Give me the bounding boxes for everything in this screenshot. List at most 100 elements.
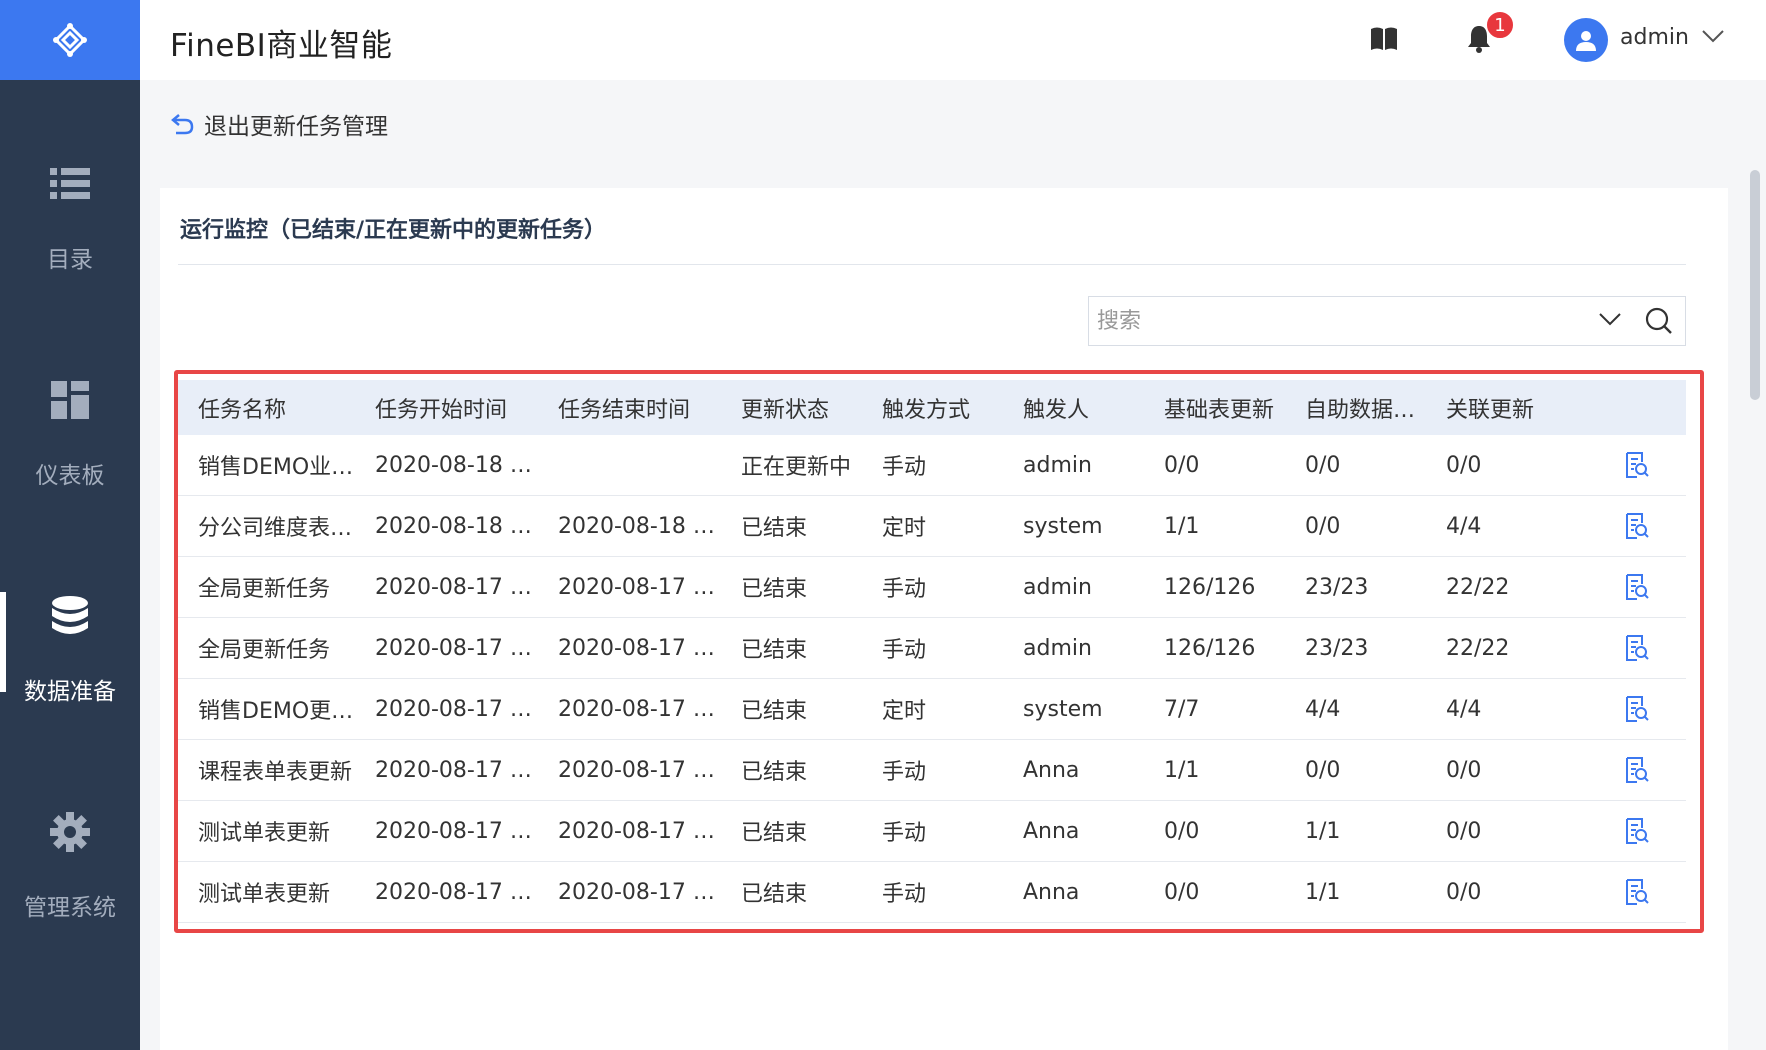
table-cell: 0/0: [1446, 818, 1482, 844]
table-cell: 1/1: [1164, 757, 1200, 783]
sidebar-item-label: 目录: [47, 247, 93, 273]
column-header[interactable]: 任务结束时间: [558, 392, 741, 424]
table-cell: 全局更新任务: [198, 638, 331, 663]
table-cell: 23/23: [1305, 635, 1369, 661]
table-cell: Anna: [1023, 879, 1080, 905]
table-cell: 2020-08-17 …: [375, 879, 532, 905]
table-cell: 分公司维度表…: [198, 516, 353, 541]
search-box[interactable]: [1088, 296, 1686, 346]
log-detail-icon[interactable]: [1587, 818, 1686, 844]
column-header[interactable]: 任务名称: [178, 392, 375, 424]
scrollbar[interactable]: [1748, 166, 1762, 1050]
table-cell: 2020-08-17 …: [375, 818, 532, 844]
user-avatar-icon[interactable]: [1564, 18, 1608, 62]
user-name[interactable]: admin: [1620, 25, 1689, 50]
table-header-row: 任务名称 任务开始时间 任务结束时间 更新状态 触发方式 触发人 基础表更新 自…: [178, 380, 1686, 435]
chevron-down-icon[interactable]: [1702, 28, 1724, 47]
table-cell: 已结束: [741, 516, 808, 541]
column-header[interactable]: 基础表更新: [1164, 392, 1305, 424]
table-cell: 手动: [882, 638, 927, 663]
table-cell: 22/22: [1446, 635, 1510, 661]
table-cell: 手动: [882, 882, 927, 907]
top-bar: FineBI商业智能 1 admin: [140, 0, 1766, 80]
table-cell: 测试单表更新: [198, 882, 331, 907]
chevron-down-icon[interactable]: [1599, 311, 1621, 330]
column-header[interactable]: 触发方式: [882, 392, 1023, 424]
database-icon: [50, 594, 90, 638]
log-detail-icon[interactable]: [1587, 696, 1686, 722]
table-cell: 0/0: [1446, 452, 1482, 478]
table-body: 销售DEMO业… 2020-08-18 … 正在更新中 手动 admin 0/0 0/0 0/…: [178, 435, 1686, 923]
logo[interactable]: [0, 0, 140, 80]
table-cell: 1/1: [1164, 513, 1200, 539]
back-link-label: 退出更新任务管理: [204, 114, 388, 140]
panel-title: 运行监控（已结束/正在更新中的更新任务）: [180, 218, 607, 243]
table-row[interactable]: 课程表单表更新 2020-08-17 … 2020-08-17 … 已结束 手动 Anna…: [178, 740, 1686, 801]
notification-badge: 1: [1485, 10, 1515, 40]
table-cell: 手动: [882, 455, 927, 480]
search-input[interactable]: [1097, 305, 1577, 337]
book-icon[interactable]: [1370, 26, 1398, 56]
table-cell: 4/4: [1446, 696, 1482, 722]
log-detail-icon[interactable]: [1587, 757, 1686, 783]
table-cell: 0/0: [1446, 757, 1482, 783]
column-header[interactable]: 更新状态: [741, 392, 882, 424]
divider: [178, 264, 1686, 265]
table-cell: 手动: [882, 760, 927, 785]
logo-icon: [53, 23, 87, 57]
table-cell: 4/4: [1446, 513, 1482, 539]
log-detail-icon[interactable]: [1587, 879, 1686, 905]
table-cell: 2020-08-17 …: [375, 757, 532, 783]
table-cell: 已结束: [741, 638, 808, 663]
table-cell: 22/22: [1446, 574, 1510, 600]
table-cell: 1/1: [1305, 818, 1341, 844]
sidebar-item-dashboard[interactable]: 仪表板: [0, 326, 140, 546]
table-row[interactable]: 分公司维度表… 2020-08-18 … 2020-08-18 … 已结束 定时 syst…: [178, 496, 1686, 557]
column-header[interactable]: 任务开始时间: [375, 392, 558, 424]
log-detail-icon[interactable]: [1587, 513, 1686, 539]
table-cell: 2020-08-17 …: [375, 696, 532, 722]
table-cell: 126/126: [1164, 635, 1256, 661]
log-detail-icon[interactable]: [1587, 574, 1686, 600]
table-cell: system: [1023, 513, 1103, 539]
column-header[interactable]: 关联更新: [1446, 392, 1587, 424]
log-detail-icon[interactable]: [1587, 452, 1686, 478]
dashboard-grid-icon: [51, 378, 89, 422]
table-cell: 已结束: [741, 760, 808, 785]
table-row[interactable]: 全局更新任务 2020-08-17 … 2020-08-17 … 已结束 手动 admin…: [178, 618, 1686, 679]
table-cell: 已结束: [741, 882, 808, 907]
task-table: 任务名称 任务开始时间 任务结束时间 更新状态 触发方式 触发人 基础表更新 自…: [178, 380, 1686, 923]
sidebar-item-label: 仪表板: [35, 463, 105, 489]
sidebar-item-label: 数据准备: [24, 679, 116, 705]
sidebar-item-admin-system[interactable]: 管理系统: [0, 758, 140, 978]
table-row[interactable]: 销售DEMO业… 2020-08-18 … 正在更新中 手动 admin 0/0 0/0 0/…: [178, 435, 1686, 496]
log-detail-icon[interactable]: [1587, 635, 1686, 661]
table-row[interactable]: 全局更新任务 2020-08-17 … 2020-08-17 … 已结束 手动 admin…: [178, 557, 1686, 618]
search-icon[interactable]: [1645, 307, 1673, 339]
table-row[interactable]: 测试单表更新 2020-08-17 … 2020-08-17 … 已结束 手动 Anna 0…: [178, 862, 1686, 923]
scrollbar-thumb[interactable]: [1750, 170, 1760, 400]
table-cell: 126/126: [1164, 574, 1256, 600]
table-cell: 1/1: [1305, 879, 1341, 905]
exit-update-task-link[interactable]: 退出更新任务管理: [170, 107, 388, 141]
column-header[interactable]: 自助数据…: [1305, 392, 1446, 424]
table-cell: 全局更新任务: [198, 577, 331, 602]
table-cell: 课程表单表更新: [198, 760, 353, 785]
table-cell: 2020-08-18 …: [558, 513, 715, 539]
sidebar-item-label: 管理系统: [24, 895, 116, 921]
sidebar-item-data-prep[interactable]: 数据准备: [0, 542, 140, 762]
column-header[interactable]: 触发人: [1023, 392, 1164, 424]
table-cell: 0/0: [1446, 879, 1482, 905]
table-cell: system: [1023, 696, 1103, 722]
table-cell: 23/23: [1305, 574, 1369, 600]
table-cell: 2020-08-17 …: [558, 574, 715, 600]
table-row[interactable]: 测试单表更新 2020-08-17 … 2020-08-17 … 已结束 手动 Anna 0…: [178, 801, 1686, 862]
table-cell: 0/0: [1305, 452, 1341, 478]
table-cell: admin: [1023, 452, 1092, 478]
table-cell: 2020-08-17 …: [375, 574, 532, 600]
sidebar-item-catalog[interactable]: 目录: [0, 110, 140, 330]
table-cell: 0/0: [1305, 513, 1341, 539]
table-row[interactable]: 销售DEMO更… 2020-08-17 … 2020-08-17 … 已结束 定时 sys…: [178, 679, 1686, 740]
table-cell: 2020-08-17 …: [558, 818, 715, 844]
table-cell: 2020-08-17 …: [558, 635, 715, 661]
